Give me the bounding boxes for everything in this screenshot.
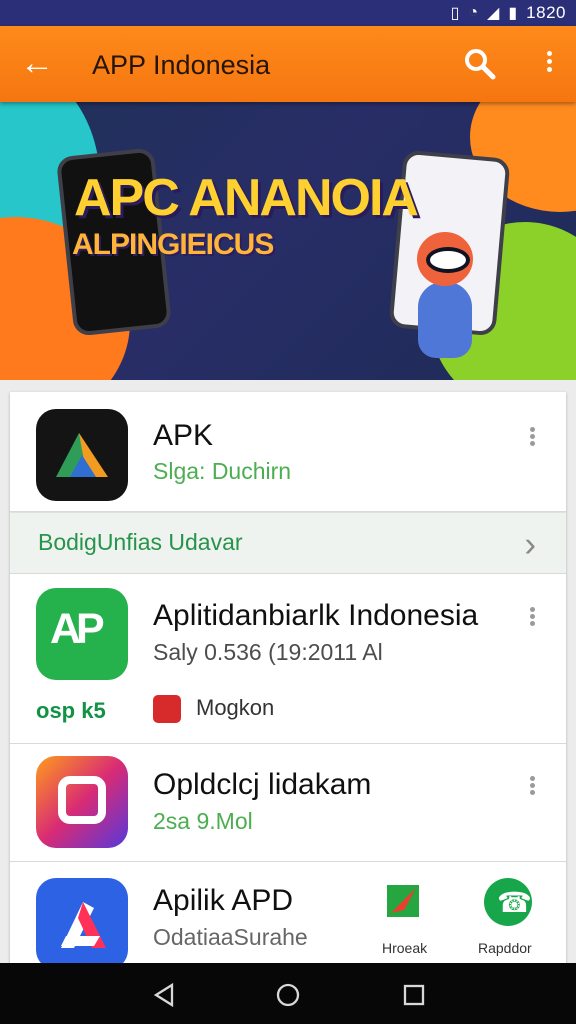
more-vert-icon bbox=[529, 607, 535, 612]
system-navigation-bar bbox=[0, 963, 576, 1024]
chevron-right-icon: › bbox=[524, 525, 536, 564]
more-vert-icon bbox=[546, 51, 552, 56]
square-recent-icon bbox=[403, 984, 425, 1006]
vibrate-icon: ▯ bbox=[450, 5, 460, 22]
phone-icon[interactable]: ☎ bbox=[484, 878, 532, 926]
location-icon bbox=[153, 695, 181, 723]
update-banner[interactable]: BodigUnfias Udavar › bbox=[10, 512, 566, 574]
quick-action-label[interactable]: Rapddor bbox=[478, 940, 532, 956]
app-meta: Slga: Duchirn bbox=[153, 458, 292, 484]
app-name[interactable]: APK bbox=[153, 419, 213, 453]
app-icon bbox=[36, 878, 128, 970]
battery-icon: ▮ bbox=[508, 5, 518, 22]
back-button[interactable]: ← bbox=[18, 45, 56, 83]
mascot-illustration bbox=[417, 232, 473, 358]
overflow-menu-button[interactable] bbox=[540, 48, 558, 82]
more-vert-icon bbox=[529, 776, 535, 781]
banner-subtitle: ALPINGIEICUS bbox=[72, 228, 274, 261]
circle-home-icon bbox=[276, 983, 300, 1007]
status-icons: ▯ ◔ ◢ ▮ 1820 bbox=[451, 3, 566, 23]
category-tag[interactable]: osp k5 bbox=[36, 698, 106, 724]
app-list-item[interactable]: Opldclcj lidakam 2sa 9.Mol bbox=[10, 744, 566, 862]
app-meta: Saly 0.536 (19:2011 Al bbox=[153, 639, 383, 665]
triangle-back-icon bbox=[153, 982, 174, 1008]
app-icon bbox=[36, 756, 128, 848]
app-row-menu-button[interactable] bbox=[526, 425, 538, 453]
app-list-item[interactable]: APK Slga: Duchirn BodigUnfias Udavar › bbox=[10, 392, 566, 574]
app-store-icon[interactable] bbox=[382, 880, 424, 922]
app-name[interactable]: Aplitidanbiarlk Indonesia bbox=[153, 599, 478, 633]
search-icon bbox=[465, 49, 496, 80]
app-name[interactable]: Apilik APD bbox=[153, 884, 293, 918]
status-bar: ▯ ◔ ◢ ▮ 1820 bbox=[0, 0, 576, 26]
app-meta: OdatiaaSurahe bbox=[153, 924, 308, 950]
quick-action-label[interactable]: Hroeak bbox=[382, 940, 427, 956]
app-meta: 2sa 9.Mol bbox=[153, 808, 253, 834]
wifi-icon: ◔ bbox=[468, 4, 479, 21]
app-list-card: APK Slga: Duchirn BodigUnfias Udavar › A… bbox=[10, 392, 566, 970]
app-row-menu-button[interactable] bbox=[526, 774, 538, 802]
nav-home-button[interactable] bbox=[273, 980, 303, 1010]
nav-back-button[interactable] bbox=[150, 980, 180, 1010]
promo-banner[interactable]: APC ANANOIA ALPINGIEICUS bbox=[0, 102, 576, 380]
app-icon: AP bbox=[36, 588, 128, 680]
banner-title: APC ANANOIA bbox=[74, 169, 419, 227]
app-list-item[interactable]: AP Aplitidanbiarlk Indonesia Saly 0.536 … bbox=[10, 574, 566, 744]
status-time: 1820 bbox=[526, 3, 566, 22]
app-row-menu-button[interactable] bbox=[526, 605, 538, 633]
more-vert-icon bbox=[529, 427, 535, 432]
signal-icon: ◢ bbox=[487, 5, 500, 22]
app-list-item[interactable]: Apilik APD OdatiaaSurahe Hroeak ☎ Rapddo… bbox=[10, 862, 566, 970]
top-app-bar: ← APP Indonesia bbox=[0, 26, 576, 102]
arrow-back-icon: ← bbox=[20, 44, 54, 82]
location-tag[interactable]: Mogkon bbox=[196, 695, 274, 721]
app-title: APP Indonesia bbox=[92, 50, 271, 80]
app-name[interactable]: Opldclcj lidakam bbox=[153, 768, 371, 802]
nav-recent-apps-button[interactable] bbox=[399, 980, 429, 1010]
search-button[interactable] bbox=[462, 46, 496, 80]
apk-app-icon bbox=[36, 409, 128, 501]
update-label: BodigUnfias Udavar bbox=[38, 529, 243, 555]
